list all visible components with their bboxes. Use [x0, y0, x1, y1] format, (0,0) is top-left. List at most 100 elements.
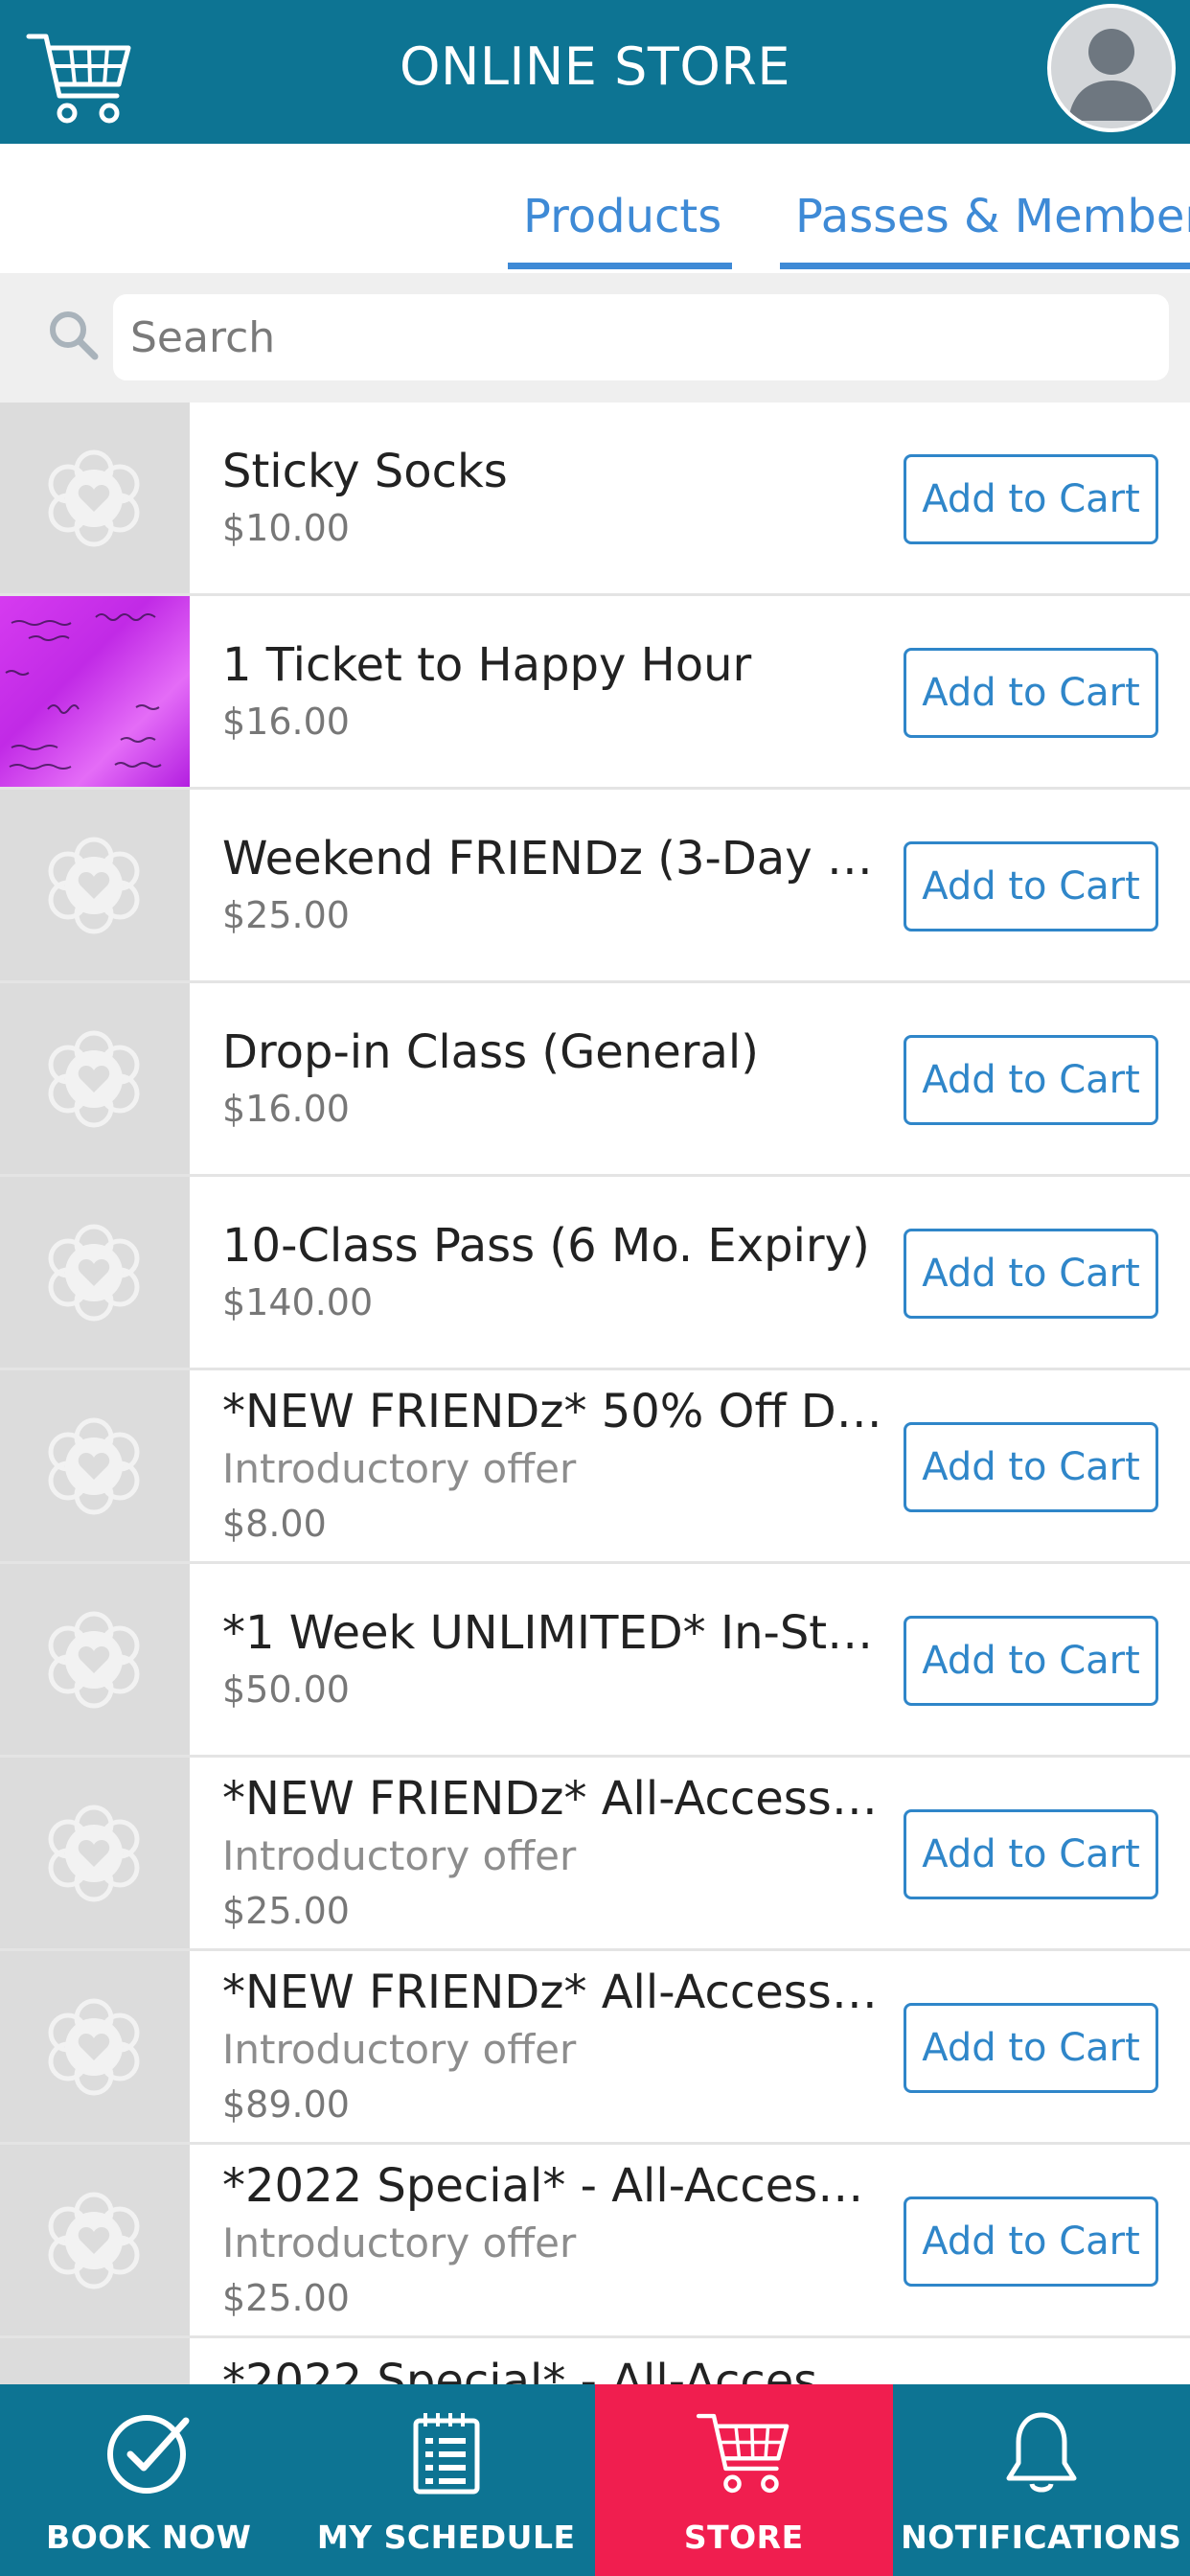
- add-to-cart-button[interactable]: Add to Cart: [904, 2196, 1158, 2287]
- add-to-cart-button[interactable]: Add to Cart: [904, 841, 1158, 932]
- tab-products[interactable]: Products: [523, 190, 721, 243]
- list-item[interactable]: *1 Week UNLIMITED* In-Stu… $50.00 Add to…: [0, 1564, 1190, 1758]
- add-to-cart-button[interactable]: Add to Cart: [904, 1616, 1158, 1706]
- search-input[interactable]: [113, 294, 1169, 380]
- list-item[interactable]: *NEW FRIENDz* All-Access 1 … Introductor…: [0, 1758, 1190, 1951]
- list-item[interactable]: *2022 Special* - All-Access 1 … Introduc…: [0, 2145, 1190, 2338]
- flower-heart-icon: [48, 1998, 140, 2096]
- product-thumbnail: [0, 1370, 190, 1561]
- product-info: Sticky Socks $10.00: [222, 402, 883, 593]
- list-item[interactable]: Sticky Socks $10.00 Add to Cart: [0, 402, 1190, 596]
- flower-heart-icon: [48, 449, 140, 547]
- list-item[interactable]: 10-Class Pass (6 Mo. Expiry) $140.00 Add…: [0, 1177, 1190, 1370]
- list-item[interactable]: *2022 Special* - All-Access 1: [0, 2338, 1190, 2384]
- bottom-nav: BOOK NOW MY SCHEDULE STORE NOTIFICATIONS: [0, 2384, 1190, 2576]
- product-name: Drop-in Class (General): [222, 1024, 759, 1079]
- product-name: *1 Week UNLIMITED* In-Stu…: [222, 1605, 883, 1660]
- product-price: $25.00: [222, 893, 350, 936]
- product-price: $25.00: [222, 1889, 350, 1932]
- add-to-cart-button[interactable]: Add to Cart: [904, 1229, 1158, 1319]
- nav-store[interactable]: STORE: [595, 2384, 893, 2576]
- app-header: ONLINE STORE: [0, 0, 1190, 144]
- product-info: *NEW FRIENDz* All-Access 1 … Introductor…: [222, 1758, 883, 1948]
- list-item[interactable]: Weekend FRIENDz (3-Day Pa… $25.00 Add to…: [0, 790, 1190, 983]
- nav-my-schedule[interactable]: MY SCHEDULE: [298, 2384, 596, 2576]
- product-name: Sticky Socks: [222, 444, 508, 498]
- product-price: $140.00: [222, 1280, 374, 1323]
- product-price: $10.00: [222, 506, 350, 549]
- list-item[interactable]: *NEW FRIENDz* 50% Off Dro… Introductory …: [0, 1370, 1190, 1564]
- flower-heart-icon: [48, 837, 140, 934]
- product-name: *NEW FRIENDz* All-Access 1 …: [222, 1965, 883, 2019]
- product-price: $25.00: [222, 2276, 350, 2319]
- search-bar: [0, 273, 1190, 402]
- product-name: *NEW FRIENDz* All-Access 1 …: [222, 1771, 883, 1826]
- product-info: *NEW FRIENDz* 50% Off Dro… Introductory …: [222, 1370, 883, 1561]
- nav-label: NOTIFICATIONS: [901, 2518, 1182, 2556]
- product-thumbnail: [0, 596, 190, 787]
- flower-heart-icon: [48, 1030, 140, 1128]
- add-to-cart-button[interactable]: Add to Cart: [904, 1422, 1158, 1512]
- tab-passes-memberships[interactable]: Passes & Memberships: [795, 190, 1190, 243]
- flower-heart-icon: [48, 1224, 140, 1322]
- product-info: 10-Class Pass (6 Mo. Expiry) $140.00: [222, 1177, 883, 1368]
- nav-label: MY SCHEDULE: [316, 2518, 576, 2556]
- product-thumbnail: [0, 2338, 190, 2384]
- product-subtitle: Introductory offer: [222, 2025, 577, 2073]
- flower-heart-icon: [48, 2192, 140, 2289]
- add-to-cart-button[interactable]: Add to Cart: [904, 2003, 1158, 2093]
- product-name: *2022 Special* - All-Access 1 …: [222, 2158, 883, 2213]
- product-price: $16.00: [222, 700, 350, 743]
- list-item[interactable]: 1 Ticket to Happy Hour $16.00 Add to Car…: [0, 596, 1190, 790]
- bell-icon: [1006, 2412, 1077, 2493]
- flower-heart-icon: [48, 1611, 140, 1709]
- add-to-cart-button[interactable]: Add to Cart: [904, 648, 1158, 738]
- product-thumbnail: [0, 1951, 190, 2142]
- user-icon: [1068, 29, 1155, 121]
- product-price: $89.00: [222, 2082, 350, 2126]
- product-price: $16.00: [222, 1087, 350, 1130]
- product-name: 1 Ticket to Happy Hour: [222, 637, 752, 692]
- product-thumbnail: [0, 983, 190, 1174]
- nav-label: STORE: [683, 2518, 804, 2556]
- product-name: Weekend FRIENDz (3-Day Pa…: [222, 831, 883, 886]
- product-subtitle: Introductory offer: [222, 1831, 577, 1879]
- add-to-cart-button[interactable]: Add to Cart: [904, 1035, 1158, 1125]
- nav-book-now[interactable]: BOOK NOW: [0, 2384, 298, 2576]
- product-thumbnail: [0, 1758, 190, 1948]
- product-info: *1 Week UNLIMITED* In-Stu… $50.00: [222, 1564, 883, 1755]
- product-info: *2022 Special* - All-Access 1: [222, 2338, 883, 2384]
- tab-passes-underline: [780, 263, 1190, 269]
- product-thumbnail: [0, 1177, 190, 1368]
- page-title: ONLINE STORE: [400, 36, 790, 97]
- avatar[interactable]: [1047, 4, 1176, 132]
- add-to-cart-button[interactable]: Add to Cart: [904, 454, 1158, 544]
- online-store-screen: ONLINE STORE Products Passes & Membershi…: [0, 0, 1190, 2576]
- nav-notifications[interactable]: NOTIFICATIONS: [893, 2384, 1190, 2576]
- list-item[interactable]: Drop-in Class (General) $16.00 Add to Ca…: [0, 983, 1190, 1177]
- flower-heart-icon: [48, 1805, 140, 1902]
- product-info: Weekend FRIENDz (3-Day Pa… $25.00: [222, 790, 883, 980]
- add-to-cart-button[interactable]: Add to Cart: [904, 1809, 1158, 1899]
- store-tabs: Products Passes & Memberships: [0, 144, 1190, 273]
- list-item[interactable]: *NEW FRIENDz* All-Access 1 … Introductor…: [0, 1951, 1190, 2145]
- product-thumbnail: [0, 2145, 190, 2335]
- product-name: *NEW FRIENDz* 50% Off Dro…: [222, 1384, 883, 1438]
- product-info: 1 Ticket to Happy Hour $16.00: [222, 596, 883, 787]
- product-price: $8.00: [222, 1502, 327, 1545]
- product-info: *NEW FRIENDz* All-Access 1 … Introductor…: [222, 1951, 883, 2142]
- product-info: *2022 Special* - All-Access 1 … Introduc…: [222, 2145, 883, 2335]
- product-subtitle: Introductory offer: [222, 1444, 577, 1492]
- product-thumbnail: [0, 790, 190, 980]
- product-name: *2022 Special* - All-Access 1: [222, 2355, 883, 2384]
- flower-heart-icon: [48, 1417, 140, 1515]
- product-info: Drop-in Class (General) $16.00: [222, 983, 883, 1174]
- cart-icon: [697, 2413, 790, 2494]
- product-thumbnail: [0, 1564, 190, 1755]
- product-name: 10-Class Pass (6 Mo. Expiry): [222, 1218, 870, 1273]
- nav-label: BOOK NOW: [46, 2518, 252, 2556]
- tab-products-underline: [508, 263, 732, 269]
- check-circle-icon: [107, 2415, 190, 2494]
- product-subtitle: Introductory offer: [222, 2219, 577, 2266]
- wall-of-wisdom-photo: [5, 613, 162, 770]
